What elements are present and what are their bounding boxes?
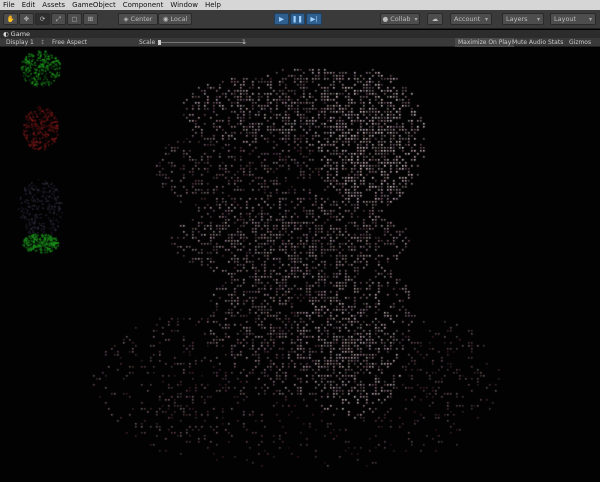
menu-gameobject[interactable]: GameObject bbox=[72, 0, 116, 10]
aspect-dropdown[interactable]: Free Aspect bbox=[52, 38, 87, 47]
hand-icon: ✋ bbox=[6, 15, 15, 23]
point-cloud-render bbox=[0, 48, 600, 482]
pivot-local-button[interactable]: ◉ Local bbox=[158, 13, 192, 25]
local-label: Local bbox=[170, 15, 188, 23]
play-icon: ▶ bbox=[279, 15, 284, 23]
scale-label: Scale bbox=[139, 39, 156, 46]
move-icon: ✥ bbox=[23, 15, 30, 23]
menu-bar: File Edit Assets GameObject Component Wi… bbox=[0, 0, 600, 10]
transform-icon: ⊞ bbox=[87, 15, 94, 23]
pivot-icon: ◈ bbox=[123, 15, 129, 23]
collab-icon: ● bbox=[382, 15, 389, 23]
collab-label: Collab bbox=[390, 15, 411, 23]
pause-button[interactable]: ❚❚ bbox=[290, 13, 305, 25]
game-tab-label: Game bbox=[10, 30, 31, 38]
gizmos-dropdown[interactable]: Gizmos bbox=[569, 38, 591, 47]
menu-edit[interactable]: Edit bbox=[22, 0, 36, 10]
step-icon: ▶| bbox=[310, 15, 318, 23]
move-tool-button[interactable]: ✥ bbox=[19, 13, 34, 25]
scale-slider-track[interactable] bbox=[158, 42, 246, 43]
pivot-center-button[interactable]: ◈ Center bbox=[118, 13, 158, 25]
game-viewport[interactable] bbox=[0, 48, 600, 482]
rotate-icon: ⟳ bbox=[39, 15, 46, 23]
game-view-toolbar: Display 1 ↕ Free Aspect Scale 1 Maximize… bbox=[0, 38, 600, 47]
game-tab[interactable]: ◐ Game bbox=[3, 30, 30, 38]
menu-file[interactable]: File bbox=[3, 0, 15, 10]
menu-window[interactable]: Window bbox=[170, 0, 198, 10]
account-label: Account bbox=[454, 15, 481, 23]
menu-assets[interactable]: Assets bbox=[42, 0, 65, 10]
rect-icon: ▢ bbox=[71, 15, 78, 23]
scale-icon: ⤢ bbox=[55, 14, 62, 23]
scale-value: 1 bbox=[242, 39, 246, 46]
layers-label: Layers bbox=[506, 15, 528, 23]
layers-dropdown[interactable]: Layers bbox=[502, 13, 544, 25]
maximize-on-play-toggle[interactable]: Maximize On Play bbox=[455, 38, 515, 47]
game-tab-header: ◐ Game bbox=[0, 30, 600, 38]
center-label: Center bbox=[130, 15, 153, 23]
menu-component[interactable]: Component bbox=[123, 0, 164, 10]
account-dropdown[interactable]: Account bbox=[450, 13, 492, 25]
step-button[interactable]: ▶| bbox=[306, 13, 322, 25]
display-dropdown[interactable]: Display 1 bbox=[6, 38, 34, 47]
scale-tool-button[interactable]: ⤢ bbox=[51, 13, 66, 25]
play-button[interactable]: ▶ bbox=[274, 13, 289, 25]
rotate-tool-button[interactable]: ⟳ bbox=[35, 13, 50, 25]
cloud-icon: ☁ bbox=[431, 15, 439, 23]
cloud-button[interactable]: ☁ bbox=[427, 13, 443, 25]
mute-audio-toggle[interactable]: Mute Audio bbox=[512, 38, 546, 47]
game-view-icon: ◐ bbox=[3, 30, 9, 38]
scale-slider-handle[interactable] bbox=[158, 40, 161, 45]
stats-toggle[interactable]: Stats bbox=[548, 38, 563, 47]
pause-icon: ❚❚ bbox=[292, 15, 303, 23]
hand-tool-button[interactable]: ✋ bbox=[3, 13, 18, 25]
collab-dropdown[interactable]: ● Collab bbox=[380, 13, 420, 25]
layout-dropdown[interactable]: Layout bbox=[550, 13, 596, 25]
rect-tool-button[interactable]: ▢ bbox=[67, 13, 82, 25]
menu-help[interactable]: Help bbox=[205, 0, 221, 10]
display-dropdown-arrow-icon: ↕ bbox=[40, 39, 46, 46]
transform-tool-button[interactable]: ⊞ bbox=[83, 13, 98, 25]
main-toolbar: ✋ ✥ ⟳ ⤢ ▢ ⊞ ◈ Center ◉ Local ▶ ❚❚ ▶| ● Coll… bbox=[0, 10, 600, 29]
local-icon: ◉ bbox=[162, 15, 169, 23]
layout-label: Layout bbox=[554, 15, 577, 23]
